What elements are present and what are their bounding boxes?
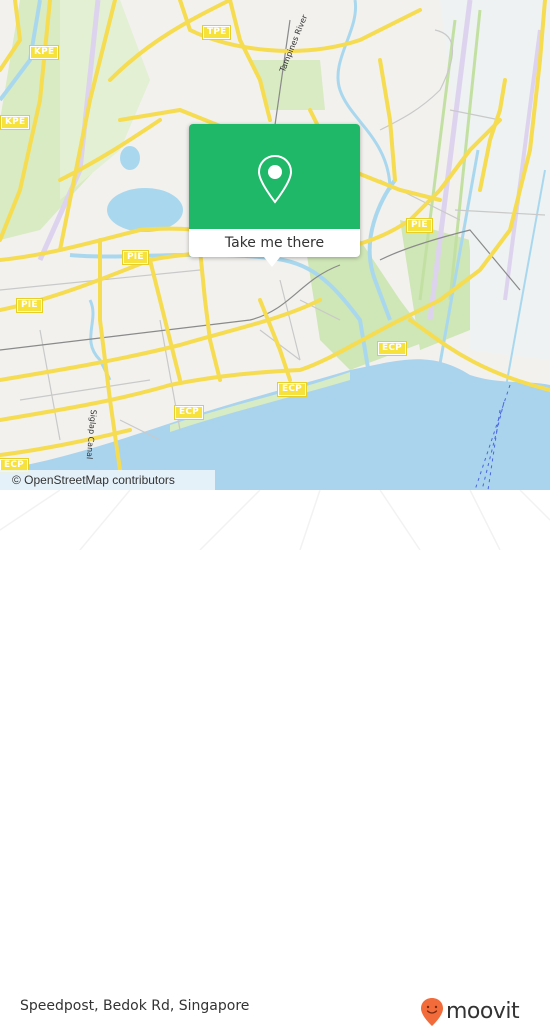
map-pin-icon: [257, 154, 293, 204]
road-shield-ecp: ECP: [377, 341, 407, 356]
road-shield-pie: PIE: [122, 250, 149, 265]
map-attribution[interactable]: © OpenStreetMap contributors: [0, 470, 215, 490]
road-shield-kpe: KPE: [28, 45, 60, 60]
road-shield-tpe: TPE: [201, 25, 232, 40]
reservoir: [107, 188, 183, 232]
road-shield-pie: PIE: [406, 218, 433, 233]
road-shield-kpe: KPE: [0, 115, 31, 130]
popup-header: [189, 124, 360, 229]
footer: Speedpost, Bedok Rd, Singapore moovit: [0, 490, 550, 1026]
footer-background-pattern: [0, 490, 550, 550]
road-shield-ecp: ECP: [174, 405, 204, 420]
moovit-smiley-pin-icon: [421, 998, 443, 1026]
brand-name: moovit: [446, 999, 520, 1024]
place-name: Speedpost, Bedok Rd, Singapore: [20, 998, 250, 1014]
road-shield-pie: PIE: [16, 298, 43, 313]
location-popup: Take me there: [189, 124, 360, 267]
road-shield-ecp: ECP: [277, 382, 307, 397]
take-me-there-button[interactable]: Take me there: [189, 229, 360, 257]
moovit-logo[interactable]: moovit: [420, 997, 520, 1027]
map-view[interactable]: KPE KPE TPE PIE PIE PIE ECP ECP ECP ECP …: [0, 0, 550, 490]
popup-pointer: [264, 257, 280, 267]
